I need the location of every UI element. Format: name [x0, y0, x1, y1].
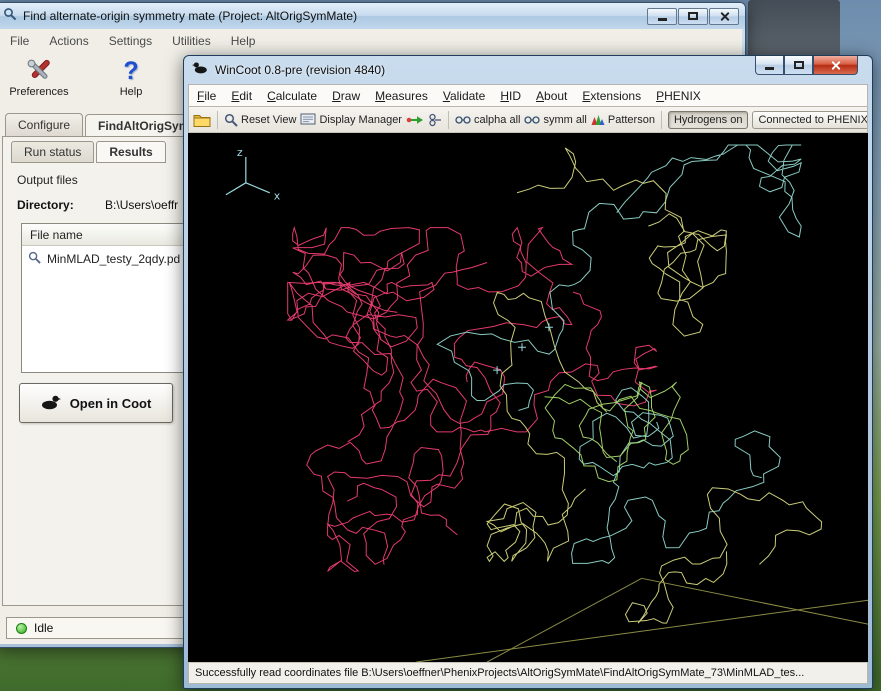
maximize-button[interactable] [678, 8, 708, 25]
folder-icon [193, 113, 211, 127]
menu-hid[interactable]: HID [500, 89, 521, 103]
desktop: Find alternate-origin symmetry mate (Pro… [0, 0, 881, 691]
phenix-subtabs: Run status Results [11, 141, 168, 163]
subtab-run-status[interactable]: Run status [11, 141, 94, 163]
menu-draw[interactable]: Draw [332, 89, 360, 103]
menu-actions[interactable]: Actions [49, 34, 88, 48]
phenix-titlebar[interactable]: Find alternate-origin symmetry mate (Pro… [0, 3, 745, 29]
display-manager-icon [300, 113, 316, 126]
reset-view-magnifier-icon [224, 113, 238, 127]
menu-validate[interactable]: Validate [443, 89, 486, 103]
phenix-window-title: Find alternate-origin symmetry mate (Pro… [23, 9, 357, 23]
help-button[interactable]: ? Help [98, 56, 164, 98]
display-manager-button[interactable]: Display Manager [300, 113, 402, 126]
wincoot-toolbar: Reset View Display Manager calpha all sy… [188, 107, 868, 133]
calpha-all-button[interactable]: calpha all [455, 114, 520, 126]
svg-text:x: x [274, 190, 281, 203]
wincoot-window: WinCoot 0.8-pre (revision 4840) File Edi… [183, 55, 873, 689]
magnifier-icon [28, 251, 41, 267]
go-button[interactable] [406, 114, 424, 126]
preferences-icon [24, 56, 54, 86]
menu-file[interactable]: File [10, 34, 29, 48]
preferences-label: Preferences [9, 86, 68, 98]
minimize-icon [658, 18, 667, 21]
menu-measures[interactable]: Measures [375, 89, 428, 103]
glasses-icon [524, 115, 540, 125]
maximize-icon [794, 61, 804, 69]
menu-phenix[interactable]: PHENIX [656, 89, 701, 103]
wincoot-statusbar: Successfully read coordinates file B:\Us… [188, 662, 868, 684]
green-arrow-icon [406, 114, 424, 126]
minimize-button[interactable] [647, 8, 677, 25]
help-icon: ? [123, 56, 138, 86]
viewport-3d[interactable]: zx [188, 133, 868, 662]
close-button[interactable] [709, 8, 739, 25]
subtab-results[interactable]: Results [96, 141, 165, 163]
duck-icon [41, 394, 61, 413]
tab-configure[interactable]: Configure [5, 113, 83, 137]
close-icon [719, 11, 730, 22]
minimize-button[interactable] [755, 56, 784, 75]
reset-view-button[interactable]: Reset View [224, 113, 296, 127]
patterson-button[interactable]: Patterson [591, 114, 655, 126]
maximize-button[interactable] [784, 56, 813, 75]
menu-utilities[interactable]: Utilities [172, 34, 211, 48]
close-button[interactable] [813, 56, 858, 75]
reset-view-label: Reset View [241, 114, 296, 126]
phenix-window-controls [646, 8, 739, 25]
menu-calculate[interactable]: Calculate [267, 89, 317, 103]
phenix-window-icon [3, 7, 17, 26]
menu-edit[interactable]: Edit [231, 89, 252, 103]
patterson-label: Patterson [608, 114, 655, 126]
output-files-label: Output files [17, 173, 78, 187]
menu-extensions[interactable]: Extensions [582, 89, 641, 103]
symm-all-label: symm all [543, 114, 586, 126]
wincoot-window-title: WinCoot 0.8-pre (revision 4840) [215, 63, 385, 77]
wincoot-status-text: Successfully read coordinates file B:\Us… [195, 667, 804, 679]
wincoot-duck-icon [192, 61, 208, 79]
open-in-coot-label: Open in Coot [70, 396, 152, 411]
hydrogens-on-toggle[interactable]: Hydrogens on [668, 111, 749, 129]
svg-text:z: z [237, 146, 243, 159]
display-manager-label: Display Manager [319, 114, 402, 126]
menu-settings[interactable]: Settings [109, 34, 152, 48]
directory-row: Directory: B:\Users\oeffr [17, 198, 178, 212]
goto-atom-button[interactable] [428, 113, 442, 127]
goto-atom-icon [428, 113, 442, 127]
help-label: Help [120, 86, 143, 98]
phenix-tabs: Configure FindAltOrigSymM [1, 111, 212, 137]
calpha-all-label: calpha all [474, 114, 520, 126]
directory-label: Directory: [17, 198, 74, 212]
wallpaper-structure [748, 0, 840, 60]
glasses-icon [455, 115, 471, 125]
preferences-button[interactable]: Preferences [6, 56, 72, 98]
toolbar-separator [661, 111, 662, 129]
open-in-coot-button[interactable]: Open in Coot [19, 383, 173, 423]
menu-help[interactable]: Help [231, 34, 256, 48]
menu-about[interactable]: About [536, 89, 567, 103]
minimize-icon [765, 67, 774, 70]
toolbar-separator [448, 111, 449, 129]
wincoot-window-controls [755, 56, 858, 75]
file-name: MinMLAD_testy_2qdy.pd [47, 252, 180, 266]
molecule-canvas: zx [188, 133, 868, 662]
close-icon [830, 60, 841, 71]
toolbar-separator [217, 111, 218, 129]
symm-all-button[interactable]: symm all [524, 114, 586, 126]
directory-value: B:\Users\oeffr [105, 198, 178, 212]
phenix-menubar: File Actions Settings Utilities Help [0, 29, 742, 53]
status-text: Idle [34, 621, 53, 635]
maximize-icon [688, 12, 698, 20]
connected-to-phenix-button[interactable]: Connected to PHENIX [752, 111, 868, 129]
patterson-icon [591, 114, 605, 126]
menu-file[interactable]: File [197, 89, 216, 103]
wincoot-menubar: File Edit Calculate Draw Measures Valida… [188, 84, 868, 107]
status-idle-icon [16, 623, 27, 634]
open-file-button[interactable] [193, 113, 211, 127]
